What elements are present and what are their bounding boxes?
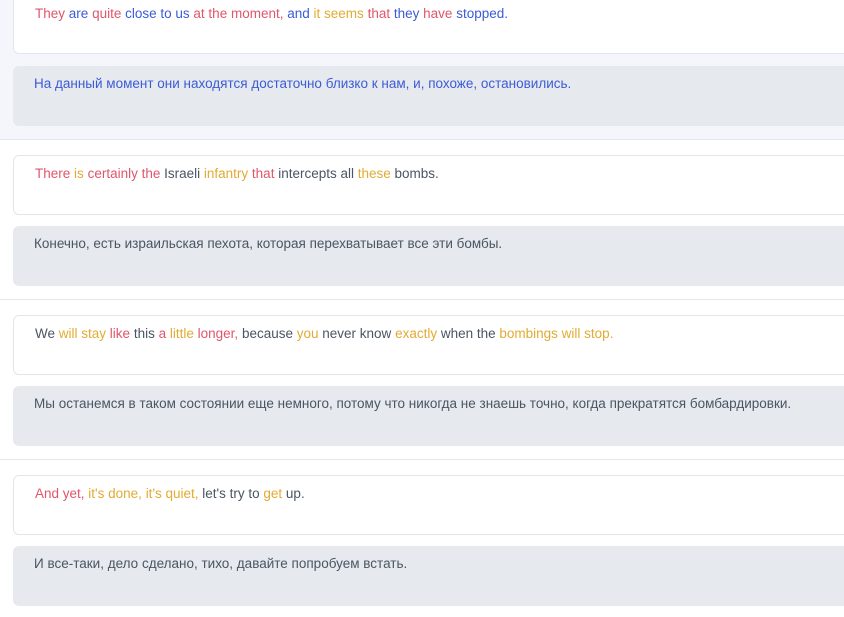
source-token: bombings will stop. — [499, 326, 614, 341]
source-token: We — [35, 326, 59, 341]
source-token: because — [238, 326, 297, 341]
source-token: And yet, — [35, 486, 85, 501]
source-token: Israeli — [160, 166, 204, 181]
translation-card-3[interactable]: Мы останемся в таком состоянии еще немно… — [13, 386, 844, 446]
source-token: at the moment, — [193, 6, 284, 21]
source-token: close to us — [125, 6, 190, 21]
source-token: they — [393, 6, 420, 21]
source-text-4: And yet, it's done, it's quiet, let's tr… — [35, 486, 305, 502]
source-token: longer, — [197, 326, 239, 341]
source-token: these — [357, 166, 391, 181]
source-token: that — [251, 166, 275, 181]
source-token: are — [68, 6, 89, 21]
source-token: infantry — [203, 166, 249, 181]
source-token: when the — [437, 326, 500, 341]
source-token: let's try to — [198, 486, 264, 501]
translation-card-1[interactable]: На данный момент они находятся достаточн… — [13, 66, 844, 126]
source-token: certainly the — [87, 166, 161, 181]
source-token: There — [35, 166, 71, 181]
source-token: intercepts all — [274, 166, 358, 181]
source-token: stopped. — [456, 6, 508, 21]
translation-text-4: И все-таки, дело сделано, тихо, давайте … — [34, 556, 408, 571]
segment-3: We will stay like this a little longer, … — [0, 299, 844, 459]
source-token: it's quiet, — [145, 486, 199, 501]
source-text-3: We will stay like this a little longer, … — [35, 326, 613, 342]
source-token: a — [158, 326, 167, 341]
source-card-2[interactable]: There is certainly the Israeli infantry … — [13, 155, 844, 215]
source-token: is — [74, 166, 84, 181]
source-card-4[interactable]: And yet, it's done, it's quiet, let's tr… — [13, 475, 844, 535]
source-token: this — [130, 326, 159, 341]
source-token: like — [109, 326, 131, 341]
source-token: it seems — [313, 6, 364, 21]
source-card-3[interactable]: We will stay like this a little longer, … — [13, 315, 844, 375]
segment-1: They are quite close to us at the moment… — [0, 0, 844, 139]
segment-4: And yet, it's done, it's quiet, let's tr… — [0, 459, 844, 617]
source-token: little — [169, 326, 194, 341]
translation-text-3: Мы останемся в таком состоянии еще немно… — [34, 396, 792, 411]
source-text-1: They are quite close to us at the moment… — [35, 6, 508, 22]
translation-text-2: Конечно, есть израильская пехота, котора… — [34, 236, 503, 251]
source-token: you — [296, 326, 319, 341]
source-token: will stay — [58, 326, 107, 341]
translation-text-1: На данный момент они находятся достаточн… — [34, 76, 572, 91]
transcript-page: They are quite close to us at the moment… — [0, 0, 844, 617]
source-text-2: There is certainly the Israeli infantry … — [35, 166, 439, 182]
source-card-1[interactable]: They are quite close to us at the moment… — [13, 0, 844, 54]
source-token: bombs. — [390, 166, 439, 181]
translation-card-4[interactable]: И все-таки, дело сделано, тихо, давайте … — [13, 546, 844, 606]
source-token: get — [263, 486, 283, 501]
segment-2: There is certainly the Israeli infantry … — [0, 139, 844, 299]
source-token: that — [367, 6, 391, 21]
source-token: up. — [282, 486, 305, 501]
source-token: and — [287, 6, 310, 21]
source-token: have — [423, 6, 453, 21]
source-token: never know — [318, 326, 396, 341]
source-token: exactly — [395, 326, 438, 341]
source-token: it's done, — [88, 486, 142, 501]
translation-card-2[interactable]: Конечно, есть израильская пехота, котора… — [13, 226, 844, 286]
source-token: They — [35, 6, 66, 21]
source-token: quite — [92, 6, 122, 21]
